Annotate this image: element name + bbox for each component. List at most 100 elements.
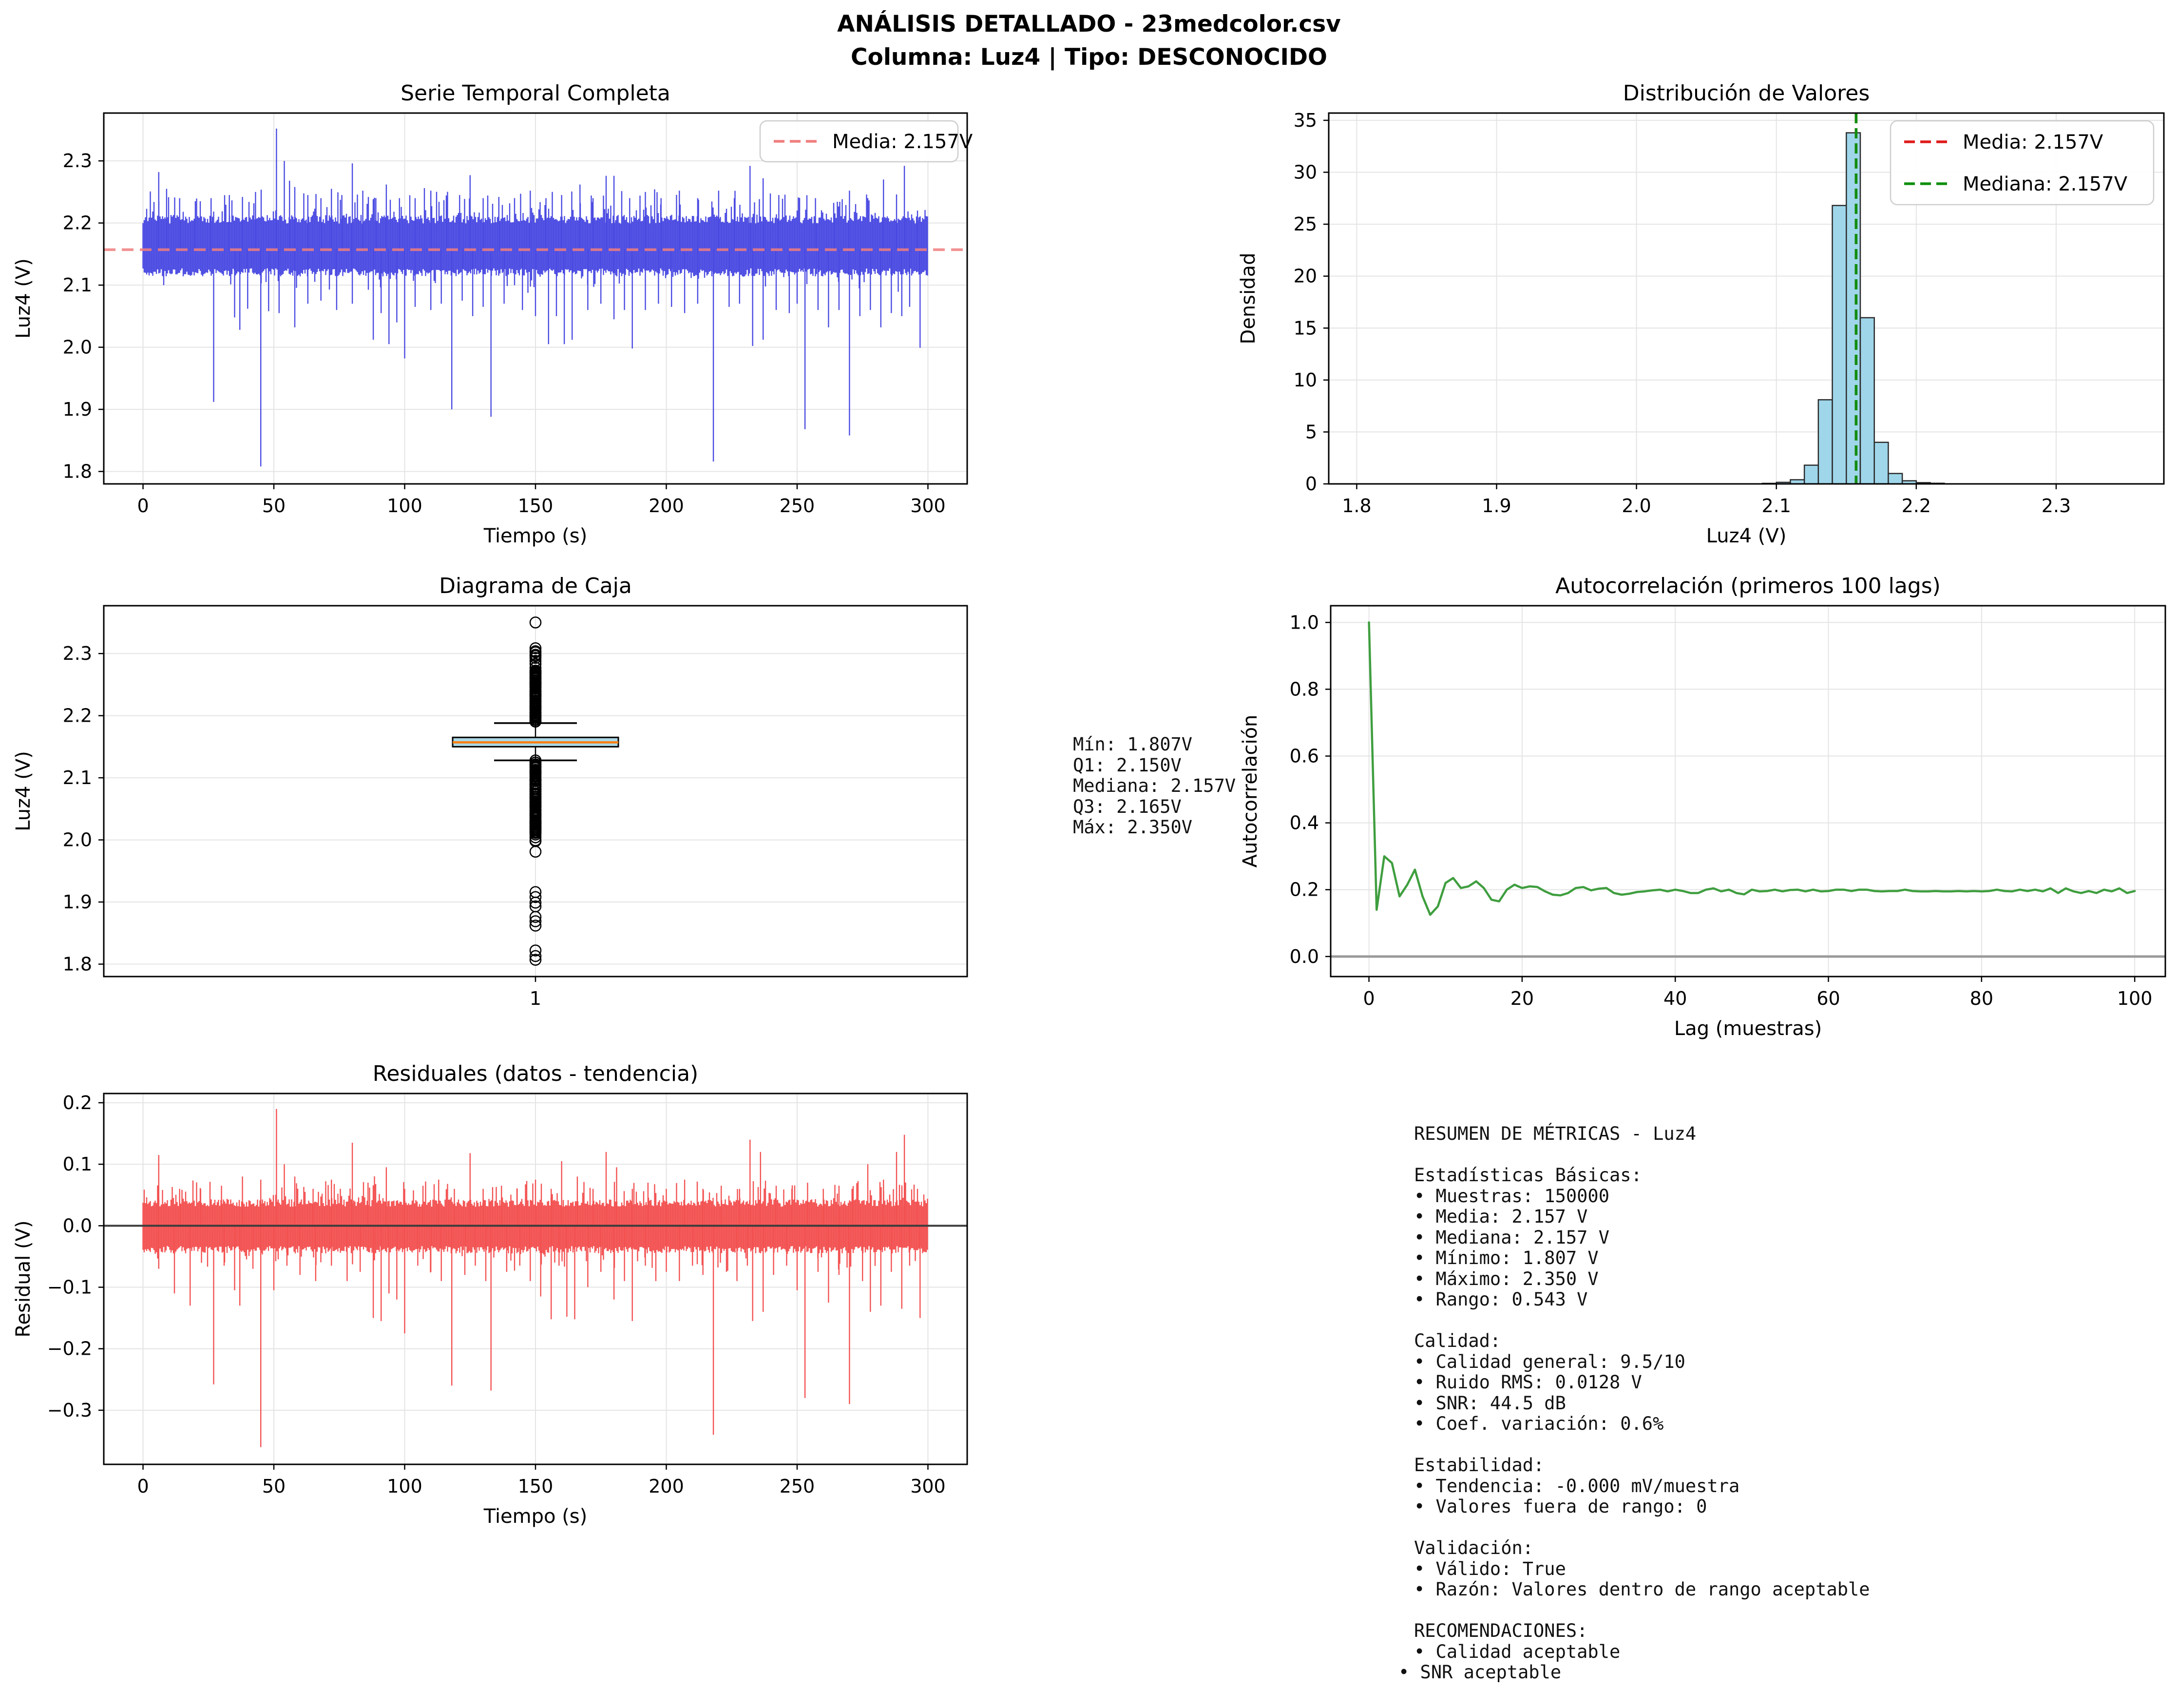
svg-text:1.9: 1.9: [63, 891, 92, 913]
axes-frame: [1330, 605, 2166, 978]
svg-text:Mediana: 2.157V: Mediana: 2.157V: [1963, 173, 2128, 195]
metrics-summary-last-line: • SNR aceptable: [1398, 1662, 1562, 1683]
svg-text:1.8: 1.8: [1342, 495, 1371, 517]
svg-text:−0.3: −0.3: [47, 1400, 92, 1421]
svg-text:0.1: 0.1: [63, 1153, 92, 1175]
svg-text:30: 30: [1294, 162, 1317, 183]
svg-text:10: 10: [1294, 369, 1317, 391]
y-axis: 1.8 1.9 2.0 2.1 2.2 2.3: [63, 643, 104, 975]
svg-text:40: 40: [1663, 988, 1687, 1009]
svg-text:2.1: 2.1: [63, 767, 92, 788]
svg-text:80: 80: [1970, 988, 1993, 1009]
svg-text:300: 300: [910, 1476, 946, 1497]
hist-bar: [1859, 317, 1875, 485]
svg-text:2.3: 2.3: [2042, 495, 2071, 517]
analysis-figure: ANÁLISIS DETALLADO - 23medcolor.csv Colu…: [0, 0, 2178, 1708]
chart-title: Autocorrelación (primeros 100 lags): [1555, 574, 1941, 598]
svg-text:Media: 2.157V: Media: 2.157V: [1963, 131, 2103, 154]
chart-residuals: 0 50 100 150 200 250 300 0.2 0.1 0.0 −0.1 −0.2 −0.3 R…: [12, 1061, 968, 1528]
x-axis: 0 50 100 150 200 250 300: [137, 484, 946, 517]
x-axis-label: Luz4 (V): [1706, 525, 1787, 547]
svg-text:1.8: 1.8: [63, 954, 92, 975]
svg-text:60: 60: [1816, 988, 1840, 1009]
svg-text:0.8: 0.8: [1290, 678, 1319, 700]
svg-text:2.0: 2.0: [63, 829, 92, 851]
svg-text:20: 20: [1294, 266, 1317, 287]
svg-text:1.8: 1.8: [63, 461, 92, 482]
series: [1331, 621, 2165, 958]
svg-text:250: 250: [780, 495, 815, 517]
svg-text:0.2: 0.2: [1290, 879, 1319, 901]
svg-text:2.2: 2.2: [63, 212, 92, 234]
hist-bar: [1803, 464, 1819, 485]
svg-text:0.2: 0.2: [63, 1092, 92, 1113]
chart-histogram: 1.8 1.9 2.0 2.1 2.2 2.3 0 5 10 15 20 25 30 35 Distribu…: [1237, 81, 2165, 547]
svg-text:0: 0: [137, 1476, 149, 1497]
chart-boxplot: 1 1.8 1.9 2.0 2.1 2.2 2.3 Diagrama de Caja Luz4 …: [12, 574, 968, 1009]
svg-text:0.6: 0.6: [1290, 746, 1319, 767]
boxplot-stats-text: Mín: 1.807V Q1: 2.150V Mediana: 2.157V Q…: [1073, 734, 1236, 838]
svg-text:50: 50: [262, 495, 286, 517]
svg-text:100: 100: [387, 1476, 422, 1497]
svg-text:5: 5: [1305, 421, 1317, 442]
chart-title: Serie Temporal Completa: [401, 81, 670, 106]
metrics-summary-text: RESUMEN DE MÉTRICAS - Luz4 Estadísticas …: [1414, 1123, 1870, 1662]
legend: Media: 2.157V Mediana: 2.157V: [1890, 120, 2155, 206]
chart-timeseries: 0 50 100 150 200 250 300 1.8 1.9 2.0 2.1 2.2 2.3 Seri…: [12, 81, 973, 547]
svg-text:0.0: 0.0: [63, 1215, 92, 1236]
chart-title: Residuales (datos - tendencia): [373, 1061, 698, 1086]
y-axis: 0 5 10 15 20 25 30 35: [1294, 110, 1329, 495]
svg-text:15: 15: [1294, 317, 1317, 339]
svg-text:0: 0: [1305, 473, 1317, 495]
svg-text:20: 20: [1510, 988, 1534, 1009]
hist-bar: [1873, 441, 1889, 485]
svg-text:250: 250: [780, 1476, 815, 1497]
svg-text:100: 100: [387, 495, 422, 517]
hist-bar: [1832, 205, 1847, 485]
svg-text:2.2: 2.2: [1902, 495, 1931, 517]
svg-text:1: 1: [530, 988, 541, 1009]
svg-text:35: 35: [1294, 110, 1317, 131]
svg-text:100: 100: [2117, 988, 2153, 1009]
svg-text:1.9: 1.9: [63, 399, 92, 420]
chart-title: Diagrama de Caja: [439, 574, 632, 598]
y-axis: 1.8 1.9 2.0 2.1 2.2 2.3: [63, 150, 104, 482]
svg-text:150: 150: [518, 1476, 554, 1497]
legend: Media: 2.157V: [759, 120, 973, 163]
svg-text:25: 25: [1294, 213, 1317, 235]
svg-text:0.4: 0.4: [1290, 812, 1319, 834]
svg-text:2.0: 2.0: [1622, 495, 1651, 517]
svg-text:2.0: 2.0: [63, 337, 92, 358]
svg-text:−0.2: −0.2: [47, 1338, 92, 1360]
x-axis-label: Lag (muestras): [1674, 1017, 1822, 1040]
x-axis: 1: [530, 977, 541, 1009]
x-axis-label: Tiempo (s): [483, 1505, 588, 1528]
chart-title: Distribución de Valores: [1623, 81, 1870, 106]
svg-text:300: 300: [910, 495, 946, 517]
svg-text:150: 150: [518, 495, 554, 517]
svg-text:2.1: 2.1: [1762, 495, 1791, 517]
acf-line: [1368, 621, 2136, 916]
x-axis: 0 50 100 150 200 250 300: [137, 1464, 946, 1497]
svg-text:200: 200: [649, 1476, 684, 1497]
hist-bar: [1888, 473, 1903, 485]
svg-text:2.2: 2.2: [63, 705, 92, 727]
y-axis-label: Residual (V): [12, 1220, 35, 1337]
svg-text:2.3: 2.3: [63, 150, 92, 172]
x-axis: 0 20 40 60 80 100: [1363, 977, 2152, 1009]
y-axis-label: Luz4 (V): [12, 258, 35, 339]
y-axis: 0.0 0.2 0.4 0.6 0.8 1.0: [1290, 612, 1331, 967]
svg-text:Media: 2.157V: Media: 2.157V: [832, 131, 973, 153]
svg-text:50: 50: [262, 1476, 286, 1497]
x-axis: 1.8 1.9 2.0 2.1 2.2 2.3: [1342, 484, 2071, 517]
svg-text:1.0: 1.0: [1290, 612, 1319, 633]
x-axis-label: Tiempo (s): [483, 525, 588, 547]
y-axis-label: Luz4 (V): [12, 751, 35, 831]
y-axis-label: Autocorrelación: [1239, 715, 1261, 868]
y-axis-label: Densidad: [1237, 252, 1260, 344]
chart-acf: 0 20 40 60 80 100 0.0 0.2 0.4 0.6 0.8 1.0 Autocorrel…: [1239, 574, 2166, 1040]
svg-text:0: 0: [1363, 988, 1375, 1009]
grid: [104, 1094, 967, 1464]
svg-text:0: 0: [137, 495, 149, 517]
hist-bar: [1846, 132, 1861, 485]
